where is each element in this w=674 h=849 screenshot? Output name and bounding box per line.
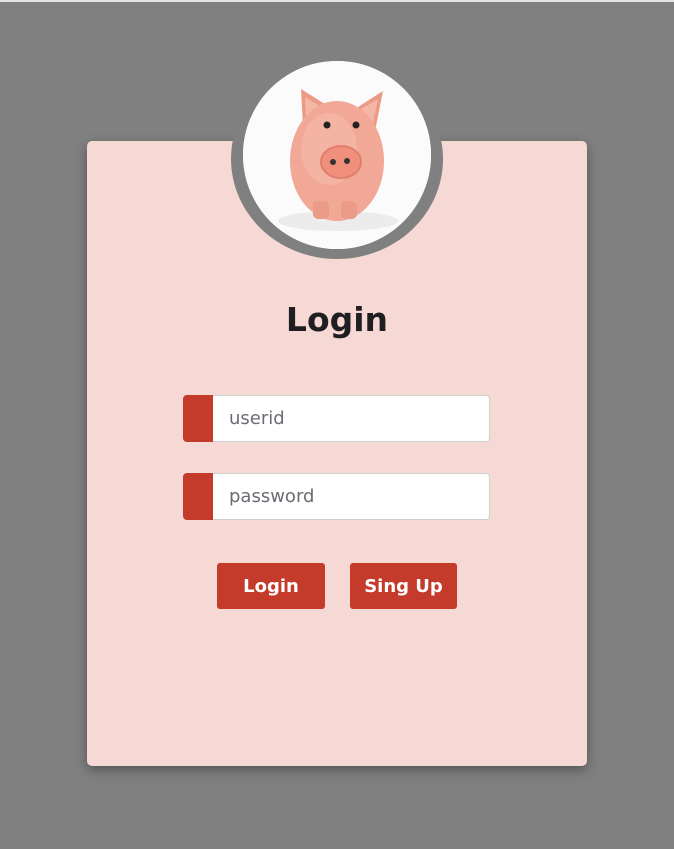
- login-button[interactable]: Login: [217, 563, 325, 609]
- userid-field: [183, 395, 490, 442]
- password-field: [183, 473, 490, 520]
- userid-field-accent: [183, 395, 213, 442]
- password-field-accent: [183, 473, 213, 520]
- avatar: [243, 61, 431, 249]
- page-title: Login: [285, 300, 389, 339]
- password-input[interactable]: [213, 473, 490, 520]
- piggy-bank-icon: [243, 61, 431, 249]
- top-border: [0, 0, 674, 2]
- userid-input[interactable]: [213, 395, 490, 442]
- signup-button[interactable]: Sing Up: [350, 563, 457, 609]
